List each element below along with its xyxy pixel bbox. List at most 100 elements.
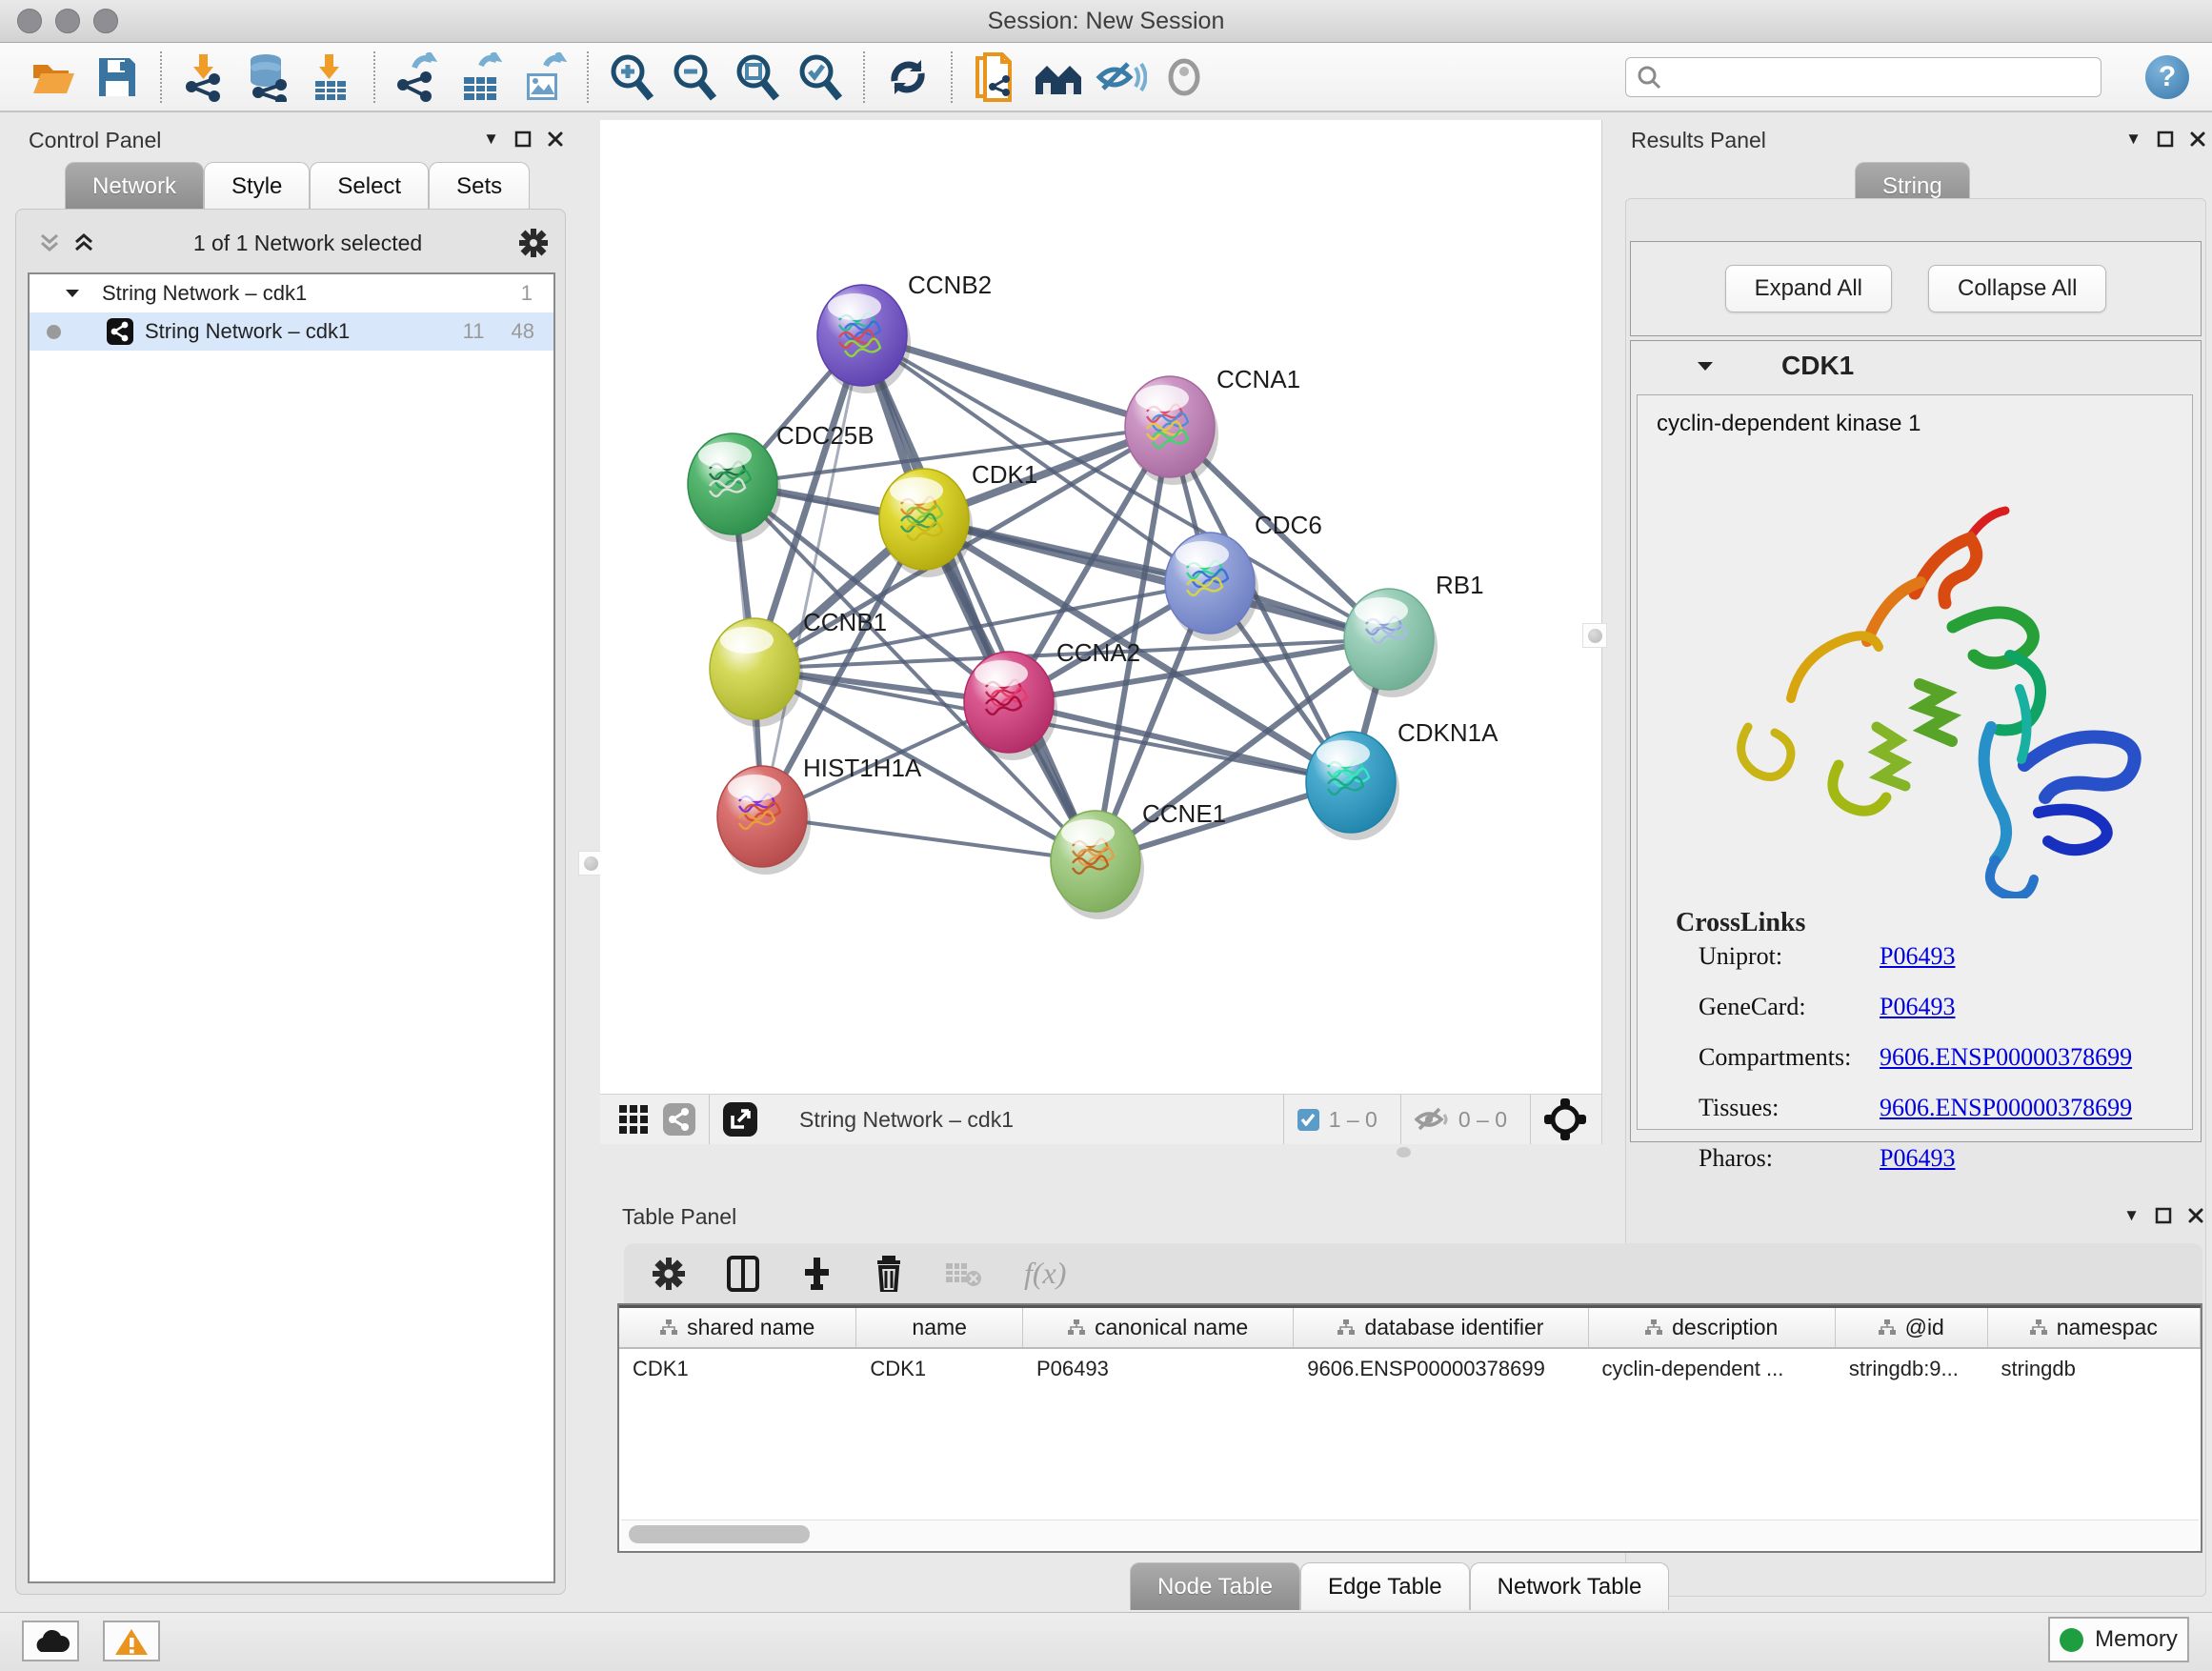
expand-all-button[interactable]: Expand All <box>1725 265 1892 312</box>
section-expander-icon[interactable] <box>1696 359 1715 373</box>
show-all-icon[interactable] <box>1157 50 1211 104</box>
detach-view-icon[interactable] <box>723 1102 757 1137</box>
bottom-divider-grip[interactable] <box>1397 1147 1411 1158</box>
panel-menu-icon[interactable]: ▼ <box>2123 1206 2140 1225</box>
column-header-name[interactable]: name <box>856 1308 1023 1347</box>
scrollbar-thumb[interactable] <box>629 1525 810 1543</box>
column-header-shared-name[interactable]: shared name <box>619 1308 856 1347</box>
tree-expander-icon[interactable] <box>64 287 81 300</box>
right-divider-grip[interactable] <box>1582 623 1607 648</box>
collapse-all-button[interactable]: Collapse All <box>1928 265 2106 312</box>
warning-status-button[interactable] <box>103 1621 160 1661</box>
network-node-CDC25B[interactable] <box>688 433 781 542</box>
zoom-fit-icon[interactable] <box>731 50 784 104</box>
zoom-in-icon[interactable] <box>605 50 658 104</box>
close-panel-icon[interactable] <box>2189 131 2206 148</box>
grid-view-icon[interactable] <box>619 1105 648 1134</box>
network-collection-row[interactable]: String Network – cdk1 1 <box>30 274 553 312</box>
search-input[interactable] <box>1662 64 2101 91</box>
hidden-items-eye-slash-icon <box>1415 1105 1449 1134</box>
zoom-selected-icon[interactable] <box>794 50 847 104</box>
column-type-icon <box>1337 1319 1355 1337</box>
crosslink-row: Pharos:P06493 <box>1699 1144 2192 1173</box>
float-panel-icon[interactable] <box>2155 1207 2172 1224</box>
network-edge-HIST1H1A-CCNE1[interactable] <box>762 816 1096 861</box>
refresh-icon[interactable] <box>881 50 935 104</box>
control-tab-network[interactable]: Network <box>65 162 204 210</box>
network-canvas[interactable]: CCNB2CCNA1CDC25BCDK1CDC6RB1CCNB1CCNA2CDK… <box>600 120 1602 1092</box>
search-box <box>1625 57 2101 97</box>
tab-network-table[interactable]: Network Table <box>1470 1562 1670 1610</box>
network-node-HIST1H1A[interactable] <box>717 766 811 875</box>
hide-selected-icon[interactable] <box>1095 50 1148 104</box>
crosslink-link[interactable]: 9606.ENSP00000378699 <box>1880 1043 2132 1072</box>
table-cell: CDK1 <box>856 1349 1023 1389</box>
column-header-database-identifier[interactable]: database identifier <box>1294 1308 1588 1347</box>
network-node-CDKN1A[interactable] <box>1306 732 1399 840</box>
column-header-label: name <box>912 1315 967 1340</box>
crosslink-link[interactable]: 9606.ENSP00000378699 <box>1880 1094 2132 1122</box>
close-panel-icon[interactable] <box>2187 1207 2204 1224</box>
column-header-namespac[interactable]: namespac <box>1988 1308 2201 1347</box>
network-edge-CCNA2-CDKN1A[interactable] <box>1009 702 1351 782</box>
panel-menu-icon[interactable]: ▼ <box>2125 130 2142 149</box>
export-network-icon[interactable] <box>392 50 445 104</box>
tab-node-table[interactable]: Node Table <box>1130 1562 1300 1610</box>
network-node-CDC6[interactable] <box>1165 533 1258 641</box>
table-header-row: shared name name canonical namedatabase id… <box>619 1305 2201 1349</box>
column-header-description[interactable]: description <box>1589 1308 1836 1347</box>
selected-nodes-checkbox[interactable] <box>1297 1109 1319 1131</box>
cloud-status-button[interactable] <box>22 1621 79 1661</box>
table-horizontal-scrollbar[interactable] <box>621 1520 2199 1549</box>
network-node-CCNA1[interactable] <box>1125 376 1218 485</box>
control-panel: Control Panel ▼ NetworkStyleSelectSets 1… <box>11 120 570 1597</box>
table-options-gear-icon[interactable] <box>653 1258 685 1290</box>
expand-all-icon[interactable] <box>71 232 96 254</box>
table-row[interactable]: CDK1CDK1P064939606.ENSP00000378699cyclin… <box>619 1349 2201 1389</box>
add-column-icon[interactable] <box>801 1258 832 1290</box>
float-panel-icon[interactable] <box>2157 131 2174 148</box>
collapse-all-icon[interactable] <box>37 232 62 254</box>
crosslink-label: Pharos: <box>1699 1144 1880 1173</box>
network-view-mode-icon[interactable] <box>663 1103 695 1136</box>
network-node-CCNB2[interactable] <box>817 285 911 393</box>
crosslink-link[interactable]: P06493 <box>1880 1144 1955 1173</box>
network-node-CCNA2[interactable] <box>964 652 1057 760</box>
float-panel-icon[interactable] <box>514 131 532 148</box>
column-header-canonical-name[interactable]: canonical name <box>1023 1308 1294 1347</box>
panel-menu-icon[interactable]: ▼ <box>483 130 499 149</box>
network-row[interactable]: String Network – cdk1 11 48 <box>30 312 553 351</box>
save-session-icon[interactable] <box>90 50 144 104</box>
column-type-icon <box>2030 1319 2047 1337</box>
import-network-from-file-icon[interactable] <box>178 50 231 104</box>
network-node-CDK1[interactable] <box>879 469 973 577</box>
first-neighbors-icon[interactable] <box>1032 50 1085 104</box>
close-panel-icon[interactable] <box>547 131 564 148</box>
tab-edge-table[interactable]: Edge Table <box>1300 1562 1470 1610</box>
import-table-from-file-icon[interactable] <box>304 50 357 104</box>
network-options-gear-icon[interactable] <box>519 229 548 257</box>
control-tab-select[interactable]: Select <box>310 162 429 210</box>
open-session-icon[interactable] <box>28 50 81 104</box>
zoom-out-icon[interactable] <box>668 50 721 104</box>
clone-network-icon[interactable] <box>969 50 1022 104</box>
export-image-icon[interactable] <box>517 50 571 104</box>
network-node-CCNE1[interactable] <box>1051 811 1144 919</box>
show-columns-icon[interactable] <box>727 1256 759 1292</box>
network-node-RB1[interactable] <box>1344 589 1438 697</box>
crosslink-row: GeneCard:P06493 <box>1699 993 2192 1021</box>
control-tab-style[interactable]: Style <box>204 162 310 210</box>
memory-button[interactable]: Memory <box>2048 1617 2189 1662</box>
delete-column-icon[interactable] <box>874 1256 904 1292</box>
export-table-icon[interactable] <box>454 50 508 104</box>
crosslink-link[interactable]: P06493 <box>1880 942 1955 971</box>
network-type-icon <box>107 318 133 345</box>
import-network-from-database-icon[interactable] <box>241 50 294 104</box>
help-button[interactable]: ? <box>2145 55 2189 99</box>
control-tab-sets[interactable]: Sets <box>429 162 530 210</box>
column-header--id[interactable]: @id <box>1836 1308 1988 1347</box>
crosslink-link[interactable]: P06493 <box>1880 993 1955 1021</box>
birds-eye-view-icon[interactable] <box>1544 1098 1586 1140</box>
network-edge-CCNB2-CCNE1[interactable] <box>862 335 1096 861</box>
gene-section-header[interactable]: CDK1 <box>1631 341 2201 391</box>
